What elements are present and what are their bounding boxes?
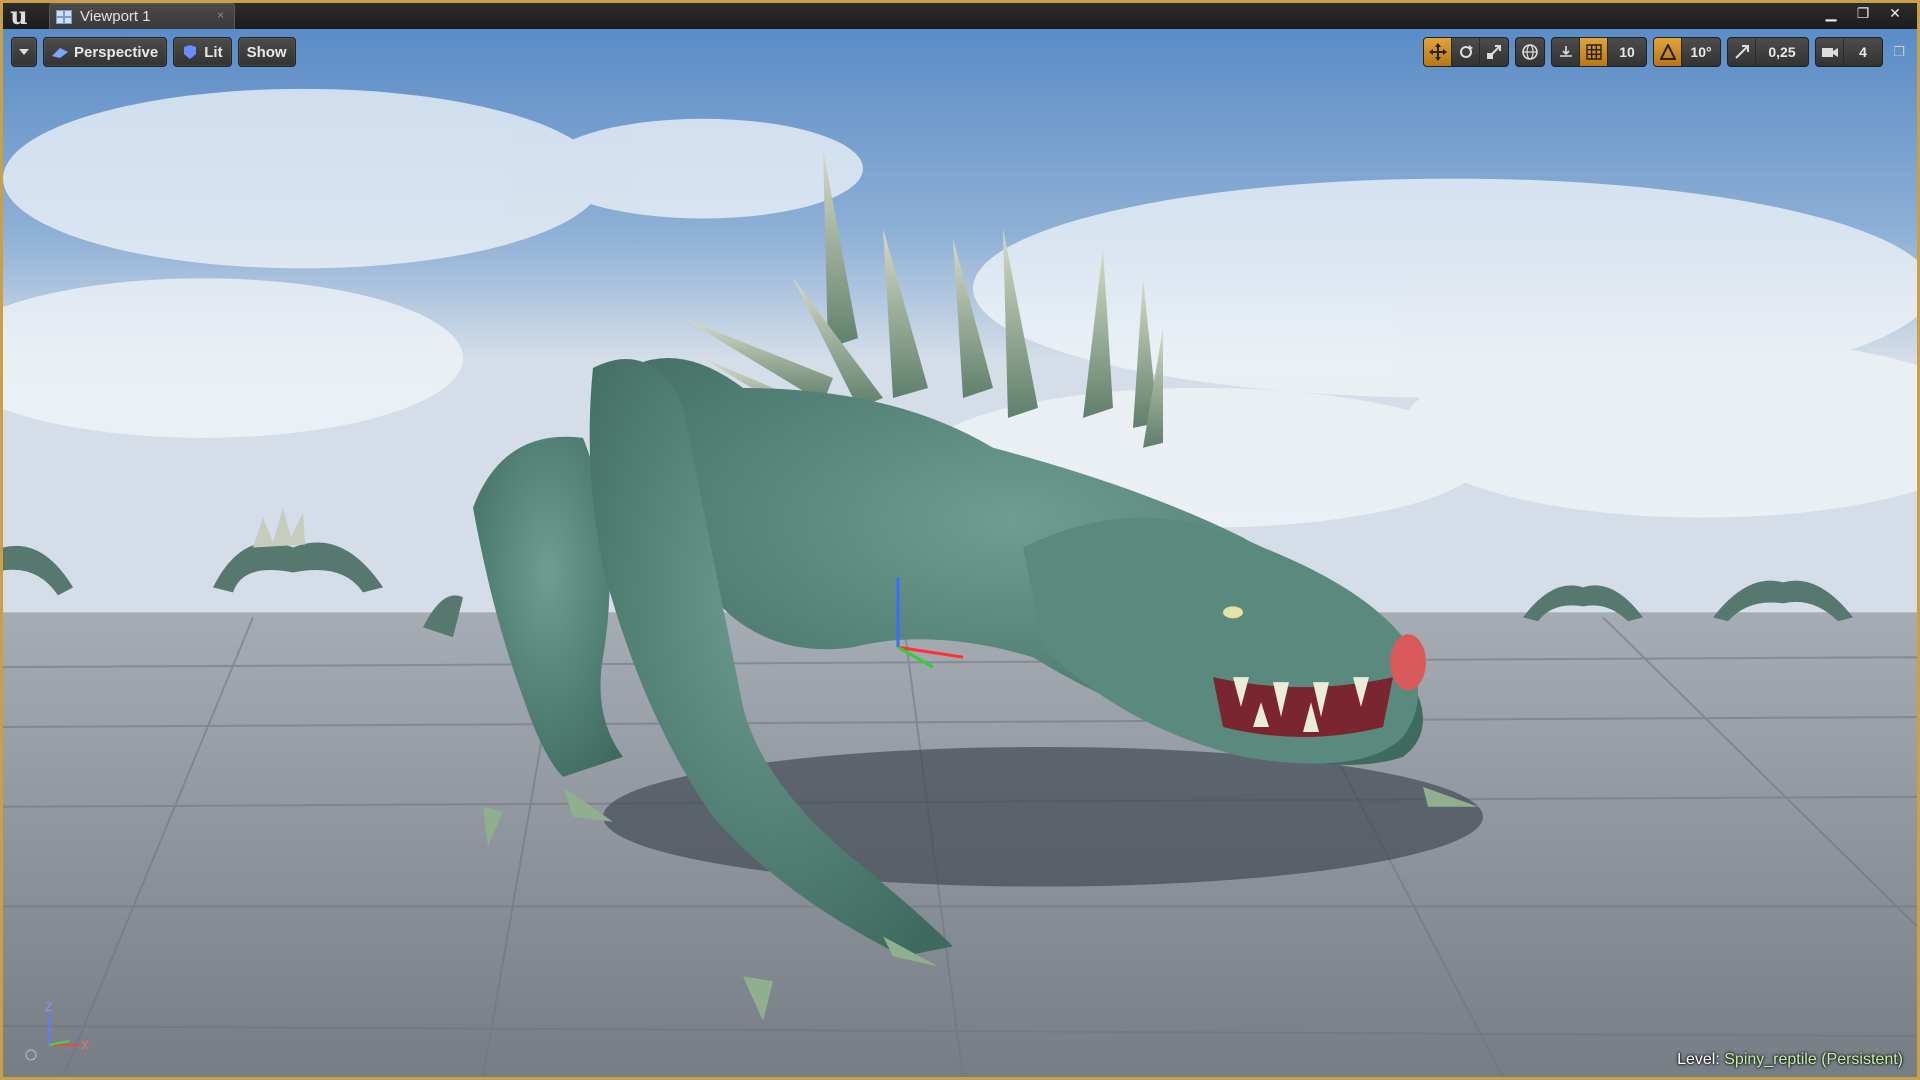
- grid-snap-group: 10: [1551, 37, 1647, 67]
- scene-render: [3, 29, 1917, 1077]
- scale-snap-group: 0,25: [1727, 37, 1809, 67]
- surface-snap-icon: [1559, 46, 1572, 57]
- camera-speed-group: 4: [1815, 37, 1883, 67]
- camera-icon: [1821, 48, 1838, 57]
- maximize-viewport-icon[interactable]: ❐: [1889, 37, 1909, 67]
- scale-icon: [1487, 45, 1501, 59]
- show-flags-button[interactable]: Show: [237, 37, 296, 67]
- close-button[interactable]: ✕: [1879, 3, 1911, 23]
- grid-snap-toggle[interactable]: [1580, 38, 1608, 66]
- perspective-button[interactable]: Perspective: [43, 37, 168, 67]
- angle-icon: [1659, 44, 1676, 60]
- title-bar: u Viewport 1 × ▁ ❐ ✕: [3, 3, 1917, 30]
- current-level-info: Level: Spiny_reptile (Persistent): [1677, 1051, 1903, 1069]
- world-space-toggle[interactable]: [1516, 38, 1544, 66]
- transform-mode-group: [1423, 37, 1509, 67]
- rotate-icon: [1459, 45, 1473, 58]
- rotation-snap-value[interactable]: 10°: [1682, 38, 1720, 66]
- editor-window: u Viewport 1 × ▁ ❐ ✕ Perspective Lit Sho…: [0, 0, 1920, 1080]
- chevron-down-icon: [19, 49, 29, 55]
- camera-speed-value[interactable]: 4: [1844, 38, 1882, 66]
- perspective-icon: [52, 48, 68, 58]
- scale-mode-button[interactable]: [1480, 38, 1508, 66]
- show-label: Show: [246, 43, 287, 61]
- scale-snap-value[interactable]: 0,25: [1756, 38, 1808, 66]
- viewport-toolbar-left: Perspective Lit Show: [11, 37, 296, 67]
- lit-label: Lit: [204, 43, 223, 61]
- camera-speed-button[interactable]: [1816, 38, 1844, 66]
- restore-button[interactable]: ❐: [1847, 3, 1879, 23]
- window-controls: ▁ ❐ ✕: [1815, 3, 1911, 23]
- globe-icon: [1522, 44, 1538, 60]
- tab-viewport-1[interactable]: Viewport 1 ×: [49, 3, 235, 29]
- level-label: Level:: [1677, 1051, 1720, 1068]
- svg-text:Z: Z: [45, 1000, 52, 1014]
- perspective-label: Perspective: [74, 43, 159, 61]
- minimize-button[interactable]: ▁: [1815, 3, 1847, 23]
- move-arrows-icon: [1428, 43, 1447, 61]
- level-name: Spiny_reptile (Persistent): [1724, 1051, 1903, 1068]
- viewport-options-button[interactable]: [11, 37, 37, 67]
- rotation-snap-toggle[interactable]: [1654, 38, 1682, 66]
- tab-close-icon[interactable]: ×: [217, 8, 224, 22]
- world-axis-indicator-icon: Z X: [25, 1000, 89, 1061]
- viewport-tab-icon: [56, 9, 72, 24]
- tab-label: Viewport 1: [80, 8, 151, 25]
- lit-sphere-icon: [184, 45, 197, 59]
- scale-snap-toggle[interactable]: [1728, 38, 1756, 66]
- grid-snap-value[interactable]: 10: [1608, 38, 1646, 66]
- rotation-snap-group: 10°: [1653, 37, 1721, 67]
- lit-view-mode-button[interactable]: Lit: [173, 37, 232, 67]
- unreal-logo: u: [10, 1, 28, 30]
- svg-text:X: X: [81, 1038, 89, 1052]
- grid-icon: [1585, 44, 1602, 60]
- translate-mode-button[interactable]: [1424, 38, 1452, 66]
- level-viewport[interactable]: Perspective Lit Show 10 10° 0,25 4 ❐ Z X…: [3, 29, 1917, 1077]
- rotate-mode-button[interactable]: [1452, 38, 1480, 66]
- scale-snap-icon: [1734, 45, 1749, 59]
- viewport-toolbar-right: 10 10° 0,25 4 ❐: [1423, 37, 1909, 67]
- coordinate-space-group: [1515, 37, 1545, 67]
- surface-snap-button[interactable]: [1552, 38, 1580, 66]
